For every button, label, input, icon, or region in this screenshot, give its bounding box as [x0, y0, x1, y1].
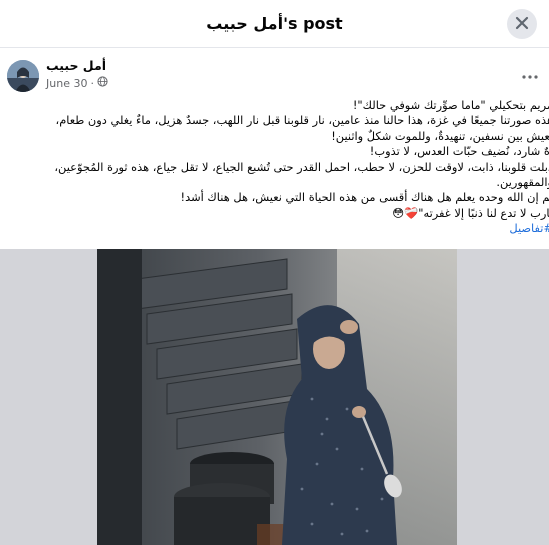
close-button[interactable] [507, 9, 537, 39]
post-text-line: آهٌ شارد، نُضيف حبّات العدس، لا تذوب! [369, 144, 549, 159]
post-text-line: مريم بتحكيلي "ماما صوِّرتك شوفي حالك"! [352, 98, 549, 112]
close-icon [515, 15, 529, 34]
dialog-header: أمل حبيب's post [0, 0, 549, 48]
post-text-line: نعيش بين نسفين، تنهيدةٌ، وللموت شكلٌ واث… [331, 128, 549, 143]
post-text-line: هذه صورتنا جميعًا في غزة، هذا حالنا منذ … [55, 113, 549, 128]
photo-area [0, 249, 549, 545]
post-text-line: والمقهورين. [496, 175, 549, 190]
avatar[interactable] [7, 60, 39, 92]
hashtag-link[interactable]: #تفاصيل [4, 221, 549, 236]
more-options-icon [522, 64, 538, 83]
author-name[interactable]: أمل حبيب [46, 58, 106, 73]
post-text: مريم بتحكيلي "ماما صوِّرتك شوفي حالك"! ه… [0, 98, 549, 237]
post-header: أمل حبيب June 30 · [0, 56, 549, 96]
post-text-line: يارب لا تدع لنا ذنبًا إلا غفرته"❤️‍🩹😳 [392, 205, 549, 220]
post-text-line: ثم إن الله وحده يعلم هل هناك أقسى من هذه… [180, 190, 549, 205]
more-options-button[interactable] [519, 62, 541, 84]
dialog-title: أمل حبيب's post [206, 14, 343, 33]
post-meta: June 30 · [46, 76, 108, 90]
post-date[interactable]: June 30 [46, 77, 87, 90]
globe-icon [97, 76, 108, 90]
post-photo[interactable] [97, 249, 457, 545]
post-text-line: ذبلت قلوبنا، ذابت، لاوقت للحزن، لا حطب، … [54, 159, 549, 174]
